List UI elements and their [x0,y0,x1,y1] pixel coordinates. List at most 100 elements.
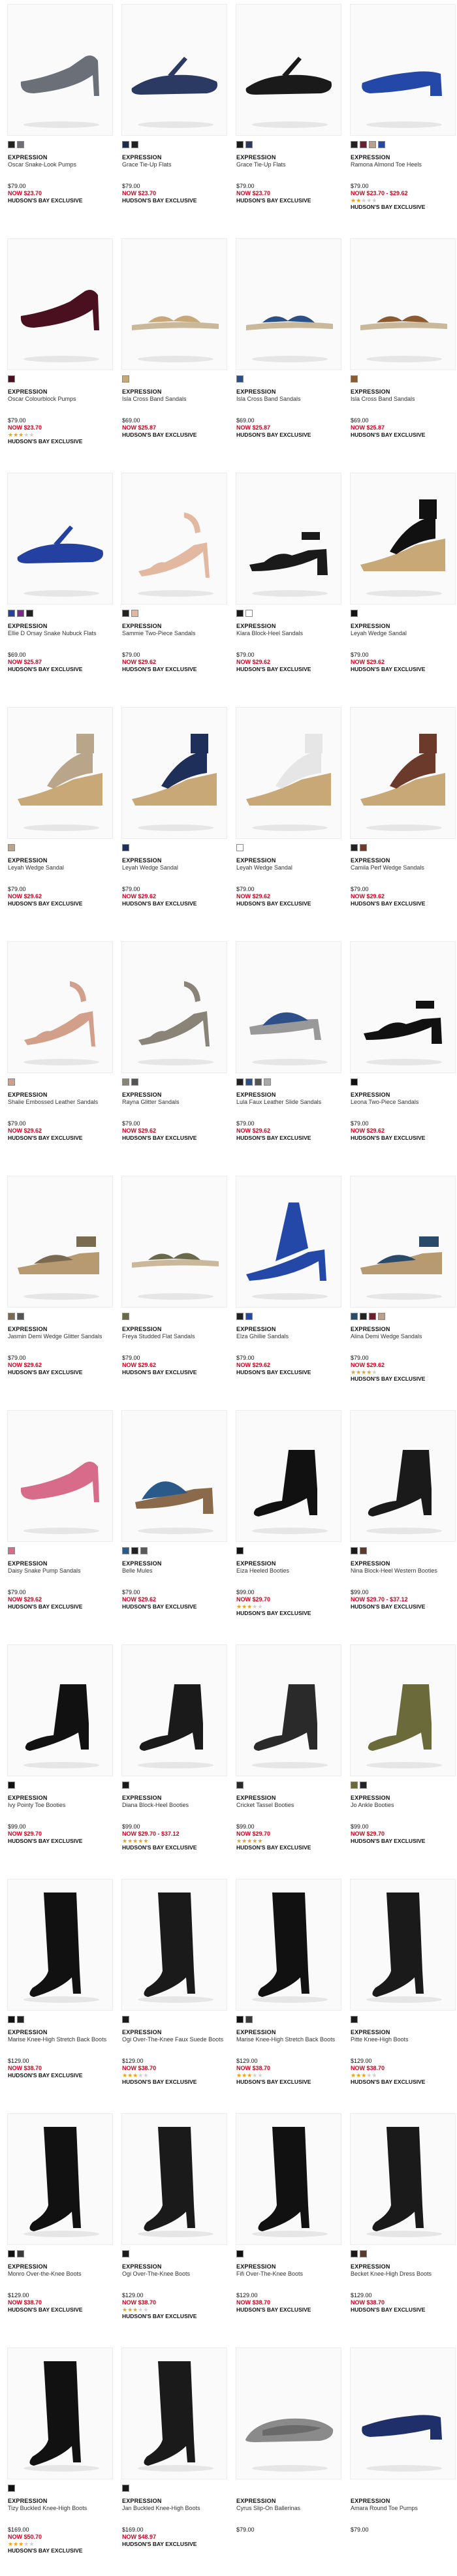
color-swatch[interactable] [245,610,253,617]
color-swatch[interactable] [360,141,367,148]
product-card[interactable]: EXPRESSION Pitte Knee-High Boots $129.00 NO… [349,1879,456,2107]
product-card[interactable]: EXPRESSION Elza Ghillie Sandals $79.00 NOW … [234,1176,341,1404]
color-swatch[interactable] [236,610,244,617]
product-card[interactable]: EXPRESSION Jo Ankle Booties $99.00 NOW $29.… [349,1644,456,1873]
color-swatch[interactable] [236,2250,244,2257]
product-name[interactable]: Leyah Wedge Sandal [351,630,454,637]
color-swatch[interactable] [245,2016,253,2023]
color-swatch[interactable] [122,2485,129,2492]
product-name[interactable]: Cricket Tassel Booties [236,1802,339,1809]
product-name[interactable]: Cyrus Slip-On Ballerinas [236,2505,339,2512]
product-card[interactable]: EXPRESSION Ogi Over-The-Knee Boots $129.00… [120,2113,227,2342]
product-name[interactable]: Belle Mules [122,1567,225,1575]
product-image[interactable] [236,1879,341,2011]
product-image[interactable] [7,1644,113,1776]
product-image[interactable] [350,4,456,136]
product-name[interactable]: Jasmin Demi Wedge Glitter Sandals [8,1333,111,1340]
color-swatch[interactable] [8,141,15,148]
product-name[interactable]: Grace Tie-Up Flats [122,161,225,168]
color-swatch[interactable] [236,844,244,851]
product-name[interactable]: Jo Ankle Booties [351,1802,454,1809]
product-image[interactable] [121,2113,227,2245]
product-image[interactable] [350,473,456,605]
product-name[interactable]: Daisy Snake Pump Sandals [8,1567,111,1575]
color-swatch[interactable] [236,1078,244,1086]
color-swatch[interactable] [17,2016,24,2023]
product-name[interactable]: Leyah Wedge Sandal [122,864,225,872]
color-swatch[interactable] [8,844,15,851]
color-swatch[interactable] [122,844,129,851]
product-name[interactable]: Isla Cross Band Sandals [236,396,339,403]
product-card[interactable]: EXPRESSION Amara Round Toe Pumps $79.00 [349,2348,456,2576]
product-card[interactable]: EXPRESSION Marise Knee-High Stretch Back … [234,1879,341,2107]
product-card[interactable]: EXPRESSION Ellie D Orsay Snake Nubuck Fla… [6,473,113,701]
color-swatch[interactable] [131,1078,138,1086]
color-swatch[interactable] [236,141,244,148]
product-image[interactable] [350,2113,456,2245]
color-swatch[interactable] [245,1078,253,1086]
product-image[interactable] [121,1879,227,2011]
color-swatch[interactable] [122,2016,129,2023]
product-name[interactable]: Oscar Snake-Look Pumps [8,161,111,168]
product-card[interactable]: EXPRESSION Nina Block-Heel Western Bootie… [349,1410,456,1639]
product-image[interactable] [236,2348,341,2479]
color-swatch[interactable] [8,1547,15,1554]
product-card[interactable]: EXPRESSION Grace Tie-Up Flats $79.00 NOW $2… [120,4,227,232]
color-swatch[interactable] [351,2250,358,2257]
color-swatch[interactable] [351,1782,358,1789]
color-swatch[interactable] [264,1078,271,1086]
color-swatch[interactable] [122,375,129,383]
product-image[interactable] [350,238,456,370]
product-card[interactable]: EXPRESSION Jan Buckled Knee-High Boots $16… [120,2348,227,2576]
product-name[interactable]: Monro Over-the-Knee Boots [8,2270,111,2278]
product-image[interactable] [236,4,341,136]
product-card[interactable]: EXPRESSION Jasmin Demi Wedge Glitter Sand… [6,1176,113,1404]
product-name[interactable]: Marise Knee-High Stretch Back Boots [236,2036,339,2043]
color-swatch[interactable] [17,1313,24,1320]
color-swatch[interactable] [122,2250,129,2257]
color-swatch[interactable] [122,141,129,148]
product-name[interactable]: Jan Buckled Knee-High Boots [122,2505,225,2512]
product-name[interactable]: Isla Cross Band Sandals [351,396,454,403]
product-image[interactable] [121,473,227,605]
product-card[interactable]: EXPRESSION Oscar Colourblock Pumps $79.00 N… [6,238,113,467]
product-card[interactable]: EXPRESSION Leyah Wedge Sandal $79.00 NOW $2… [120,707,227,935]
color-swatch[interactable] [369,141,376,148]
product-name[interactable]: Ogi Over-The-Knee Faux Suede Boots [122,2036,225,2043]
product-image[interactable] [7,1410,113,1542]
color-swatch[interactable] [8,2250,15,2257]
color-swatch[interactable] [26,610,33,617]
product-card[interactable]: EXPRESSION Alina Demi Wedge Sandals $79.00… [349,1176,456,1404]
color-swatch[interactable] [122,610,129,617]
product-image[interactable] [350,2348,456,2479]
product-card[interactable]: EXPRESSION Diana Block-Heel Booties $99.00… [120,1644,227,1873]
product-name[interactable]: Freya Studded Flat Sandals [122,1333,225,1340]
color-swatch[interactable] [360,1313,367,1320]
product-name[interactable]: Lula Faux Leather Slide Sandals [236,1099,339,1106]
product-name[interactable]: Leyah Wedge Sandal [8,864,111,872]
color-swatch[interactable] [351,2016,358,2023]
product-image[interactable] [7,2113,113,2245]
product-image[interactable] [236,707,341,839]
product-card[interactable]: EXPRESSION Ramona Almond Toe Heels $79.00 N… [349,4,456,232]
product-name[interactable]: Sammie Two-Piece Sandals [122,630,225,637]
color-swatch[interactable] [8,375,15,383]
color-swatch[interactable] [236,1313,244,1320]
product-image[interactable] [236,941,341,1073]
product-card[interactable]: EXPRESSION Leyah Wedge Sandal $79.00 NOW $2… [234,707,341,935]
product-card[interactable]: EXPRESSION Cricket Tassel Booties $99.00 NO… [234,1644,341,1873]
color-swatch[interactable] [140,1547,148,1554]
product-image[interactable] [350,1410,456,1542]
color-swatch[interactable] [351,1547,358,1554]
product-name[interactable]: Eiza Heeled Booties [236,1567,339,1575]
color-swatch[interactable] [378,141,385,148]
product-card[interactable]: EXPRESSION Marise Knee-High Stretch Back … [6,1879,113,2107]
product-card[interactable]: EXPRESSION Isla Cross Band Sandals $69.00 N… [349,238,456,467]
color-swatch[interactable] [8,1782,15,1789]
product-card[interactable]: EXPRESSION Shalie Embossed Leather Sandal… [6,941,113,1170]
product-card[interactable]: EXPRESSION Leona Two-Piece Sandals $79.00 N… [349,941,456,1170]
product-card[interactable]: EXPRESSION Camila Perf Wedge Sandals $79.0… [349,707,456,935]
product-name[interactable]: Rayna Glitter Sandals [122,1099,225,1106]
product-name[interactable]: Marise Knee-High Stretch Back Boots [8,2036,111,2043]
color-swatch[interactable] [122,1782,129,1789]
